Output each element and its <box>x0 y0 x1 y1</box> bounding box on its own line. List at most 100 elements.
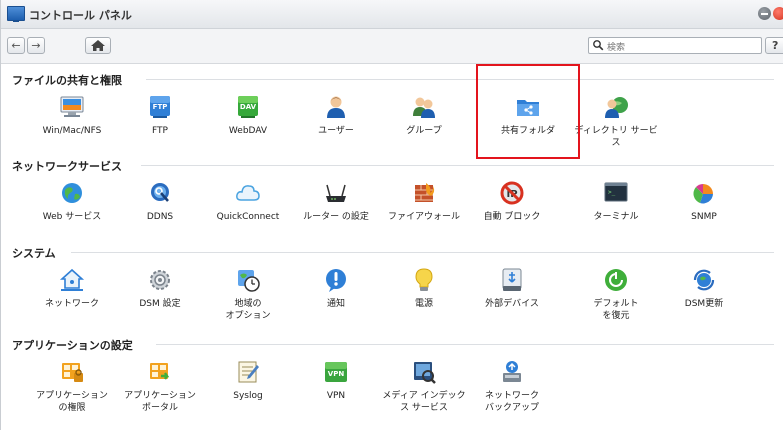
item-label: ファイアウォール <box>387 212 460 222</box>
item-web-service[interactable]: Web サービス <box>28 180 116 223</box>
shared-folder-highlight <box>476 64 580 159</box>
item-webdav[interactable]: DAV WebDAV <box>204 94 292 137</box>
dav-badge-text: DAV <box>240 103 257 111</box>
item-label: アプリケーション ポータル <box>124 391 196 413</box>
item-label: Syslog <box>233 391 263 401</box>
close-icon[interactable] <box>773 7 783 20</box>
item-label: 電源 <box>414 299 433 309</box>
control-panel-window: コントロール パネル ← → 検索 ? ファイルの共有と権限 Win/Mac/N… <box>0 0 783 430</box>
item-media-index[interactable]: メディア インデック ス サービス <box>380 359 468 414</box>
group-icon <box>411 94 437 120</box>
external-device-icon <box>499 267 525 293</box>
svg-text:>_: >_ <box>608 189 616 196</box>
section-divider <box>156 344 774 345</box>
search-placeholder: 検索 <box>607 43 626 53</box>
back-button[interactable]: ← <box>7 37 25 54</box>
item-power[interactable]: 電源 <box>380 267 468 310</box>
item-network[interactable]: ネットワーク <box>28 267 116 310</box>
item-label: ルーター の設定 <box>303 212 369 222</box>
ftp-icon: FTP <box>147 94 173 120</box>
ftp-badge-text: FTP <box>153 103 168 111</box>
arrow-left-icon: ← <box>11 39 21 52</box>
item-label: ユーザー <box>318 126 354 136</box>
item-regional-options[interactable]: 地域の オプション <box>204 267 292 322</box>
item-app-privileges[interactable]: アプリケーション の権限 <box>28 359 116 414</box>
item-dsm-settings[interactable]: DSM 設定 <box>116 267 204 310</box>
item-app-portal[interactable]: アプリケーション ポータル <box>116 359 204 414</box>
regional-options-icon <box>235 267 261 293</box>
item-router[interactable]: ルーター の設定 <box>292 180 380 223</box>
web-service-icon <box>59 180 85 206</box>
control-panel-content: ファイルの共有と権限 Win/Mac/NFS FTP FTP DAV WebDA… <box>1 64 783 430</box>
section-title-network-services: ネットワークサービス <box>12 160 122 173</box>
item-notification[interactable]: 通知 <box>292 267 380 310</box>
item-user[interactable]: ユーザー <box>292 94 380 137</box>
home-button[interactable] <box>85 37 111 54</box>
quickconnect-icon <box>235 180 261 206</box>
item-label: VPN <box>326 391 346 401</box>
control-panel-app-icon <box>7 6 25 22</box>
item-label: 地域の オプション <box>225 299 271 321</box>
router-icon <box>323 180 349 206</box>
forward-button[interactable]: → <box>27 37 45 54</box>
dsm-settings-icon <box>147 267 173 293</box>
restore-default-icon <box>603 267 629 293</box>
section-title-file-sharing: ファイルの共有と権限 <box>12 74 122 87</box>
item-win-mac-nfs[interactable]: Win/Mac/NFS <box>28 94 116 137</box>
item-dsm-update[interactable]: DSM更新 <box>660 267 748 310</box>
terminal-icon: >_ <box>603 180 629 206</box>
item-label: メディア インデック ス サービス <box>382 391 466 413</box>
item-label: ネットワーク <box>44 299 99 309</box>
user-icon <box>323 94 349 120</box>
ddns-icon <box>147 180 173 206</box>
title-bar: コントロール パネル <box>1 0 783 29</box>
item-ftp[interactable]: FTP FTP <box>116 94 204 137</box>
item-label: SNMP <box>691 212 717 222</box>
firewall-icon <box>411 180 437 206</box>
search-icon <box>593 40 604 51</box>
item-auto-block[interactable]: IP 自動 ブロック <box>468 180 556 223</box>
item-label: グループ <box>406 126 442 136</box>
item-ddns[interactable]: DDNS <box>116 180 204 223</box>
item-label: DSM 設定 <box>139 299 181 309</box>
section-divider <box>71 252 774 253</box>
auto-block-icon: IP <box>499 180 525 206</box>
notification-icon <box>323 267 349 293</box>
item-syslog[interactable]: Syslog <box>204 359 292 402</box>
item-vpn[interactable]: VPN VPN <box>292 359 380 402</box>
item-snmp[interactable]: SNMP <box>660 180 748 223</box>
arrow-right-icon: → <box>31 39 41 52</box>
item-label: DSM更新 <box>684 299 724 309</box>
help-button[interactable]: ? <box>765 37 783 54</box>
snmp-icon <box>691 180 717 206</box>
item-label: 通知 <box>326 299 345 309</box>
window-title: コントロール パネル <box>29 9 132 22</box>
item-label: 自動 ブロック <box>483 212 541 222</box>
item-group[interactable]: グループ <box>380 94 468 137</box>
toolbar: ← → 検索 ? <box>1 29 783 64</box>
item-quickconnect[interactable]: QuickConnect <box>204 180 292 223</box>
item-restore-default[interactable]: デフォルト を復元 <box>572 267 660 322</box>
section-divider <box>141 165 774 166</box>
item-network-backup[interactable]: ネットワーク バックアップ <box>468 359 556 414</box>
section-title-application-settings: アプリケーションの設定 <box>12 339 133 352</box>
item-label: Win/Mac/NFS <box>42 126 102 136</box>
item-label: デフォルト を復元 <box>593 299 639 321</box>
minimize-icon[interactable] <box>758 7 771 20</box>
home-icon <box>91 40 105 51</box>
search-input[interactable]: 検索 <box>588 37 762 54</box>
media-index-icon <box>411 359 437 385</box>
item-firewall[interactable]: ファイアウォール <box>380 180 468 223</box>
item-label: WebDAV <box>228 126 268 136</box>
item-external-device[interactable]: 外部デバイス <box>468 267 556 310</box>
item-label: Web サービス <box>42 212 102 222</box>
item-terminal[interactable]: >_ ターミナル <box>572 180 660 223</box>
item-label: ディレクトリ サービス <box>574 126 658 148</box>
item-label: ターミナル <box>593 212 639 222</box>
power-icon <box>411 267 437 293</box>
item-label: 外部デバイス <box>485 299 539 309</box>
section-divider <box>146 79 774 80</box>
item-directory-service[interactable]: ディレクトリ サービス <box>572 94 660 149</box>
vpn-badge-text: VPN <box>328 370 345 378</box>
app-privileges-icon <box>59 359 85 385</box>
